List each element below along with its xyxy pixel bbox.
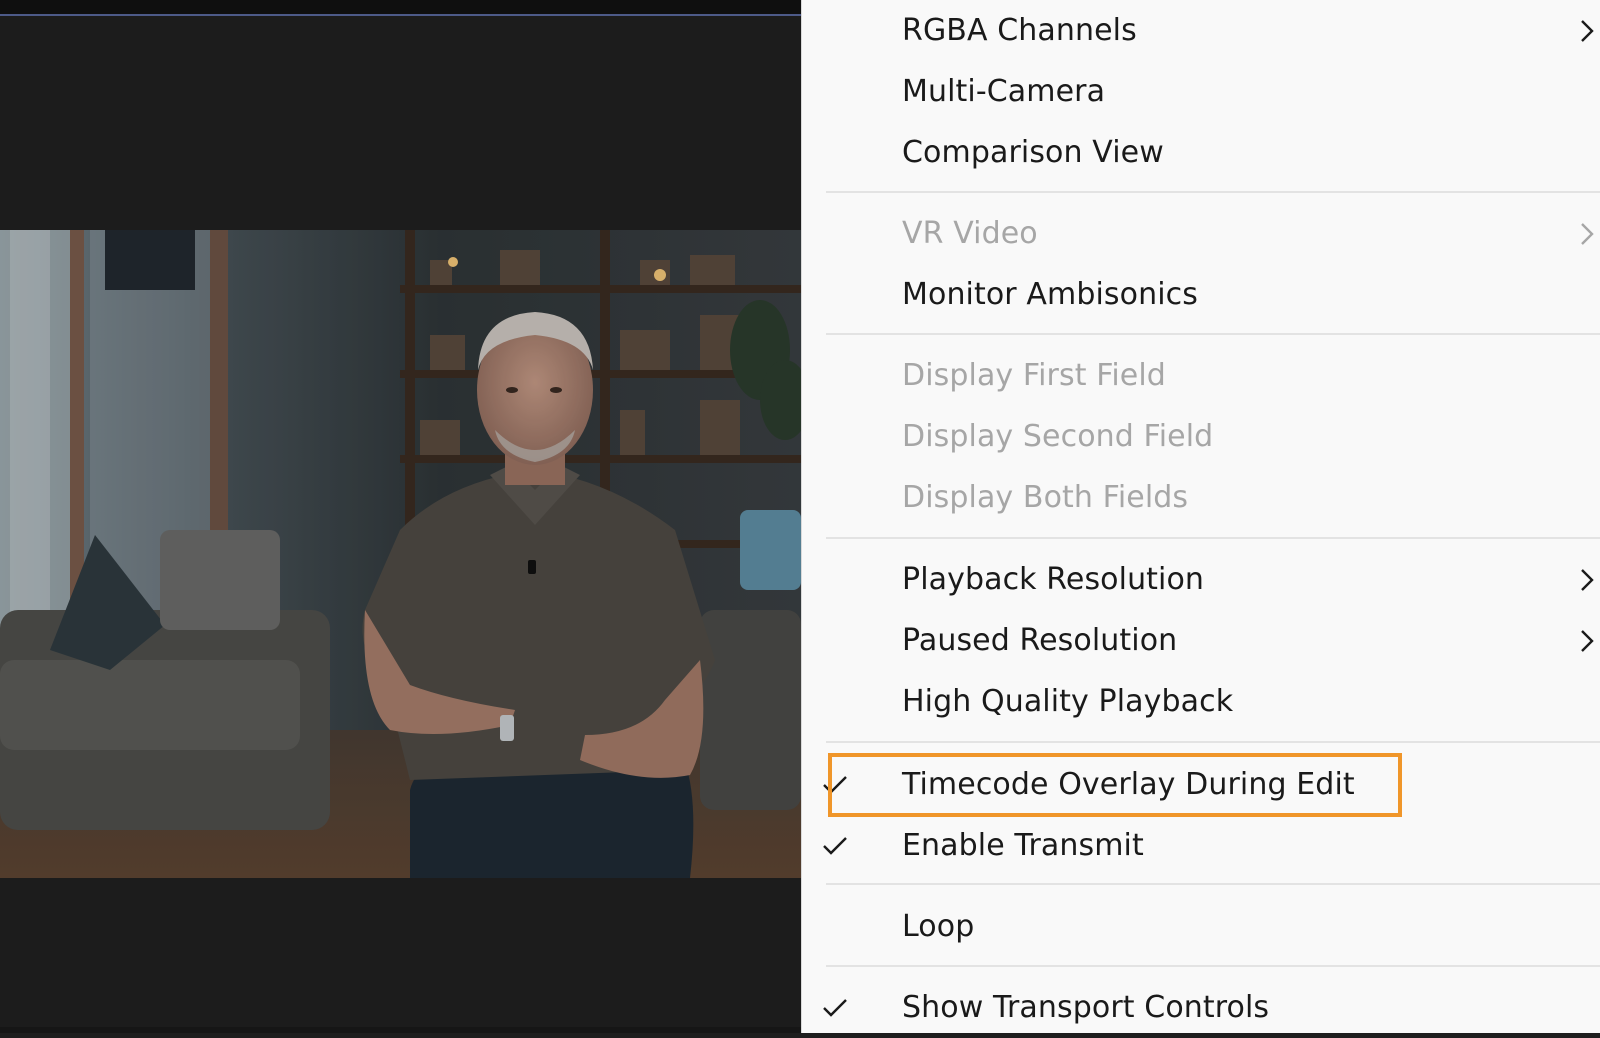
video-frame-image <box>0 230 801 878</box>
menu-item-label: Enable Transmit <box>902 828 1144 863</box>
checkmark-icon <box>818 988 852 1028</box>
menu-item-label: Loop <box>902 909 975 944</box>
menu-item-vr-video: VR Video <box>802 203 1600 264</box>
menu-item-paused-resolution[interactable]: Paused Resolution <box>802 610 1600 671</box>
monitor-top-accent-line <box>0 14 801 16</box>
menu-item-display-both-fields: Display Both Fields <box>802 467 1600 528</box>
menu-item-label: Show Transport Controls <box>902 990 1270 1025</box>
menu-item-label: Timecode Overlay During Edit <box>902 767 1355 802</box>
monitor-top-bar <box>0 0 801 14</box>
menu-item-display-second-field: Display Second Field <box>802 406 1600 467</box>
menu-item-show-transport-controls[interactable]: Show Transport Controls <box>802 977 1600 1038</box>
menu-item-label: Playback Resolution <box>902 562 1205 597</box>
menu-item-label: RGBA Channels <box>902 13 1137 48</box>
menu-item-label: Multi-Camera <box>902 74 1106 109</box>
menu-item-label: Comparison View <box>902 135 1164 170</box>
menu-item-display-first-field: Display First Field <box>802 345 1600 406</box>
chevron-right-icon <box>1574 214 1600 254</box>
menu-separator <box>826 191 1600 193</box>
menu-item-monitor-ambisonics[interactable]: Monitor Ambisonics <box>802 264 1600 325</box>
context-menu: RGBA Channels Multi-Camera Comparison Vi… <box>801 0 1600 1033</box>
menu-item-enable-transmit[interactable]: Enable Transmit <box>802 815 1600 876</box>
menu-item-playback-resolution[interactable]: Playback Resolution <box>802 549 1600 610</box>
menu-item-label: High Quality Playback <box>902 684 1234 719</box>
menu-item-loop[interactable]: Loop <box>802 896 1600 957</box>
menu-item-label: Display Second Field <box>902 419 1214 454</box>
chevron-right-icon <box>1574 621 1600 661</box>
menu-item-rgba-channels[interactable]: RGBA Channels <box>802 0 1600 61</box>
program-monitor <box>0 0 801 1033</box>
menu-item-label: Display First Field <box>902 358 1166 393</box>
menu-item-comparison-view[interactable]: Comparison View <box>802 122 1600 183</box>
menu-separator <box>826 333 1600 335</box>
chevron-right-icon <box>1574 11 1600 51</box>
menu-item-label: Paused Resolution <box>902 623 1178 658</box>
menu-item-label: VR Video <box>902 216 1038 251</box>
menu-item-high-quality-playback[interactable]: High Quality Playback <box>802 671 1600 732</box>
monitor-bottom-edge <box>0 1027 801 1033</box>
menu-separator <box>826 965 1600 967</box>
menu-item-label: Monitor Ambisonics <box>902 277 1198 312</box>
menu-item-timecode-overlay-during-edit[interactable]: Timecode Overlay During Edit <box>802 754 1600 815</box>
menu-item-multi-camera[interactable]: Multi-Camera <box>802 61 1600 122</box>
checkmark-icon <box>818 826 852 866</box>
video-preview[interactable] <box>0 230 801 878</box>
chevron-right-icon <box>1574 560 1600 600</box>
menu-separator <box>826 537 1600 539</box>
checkmark-icon <box>818 765 852 805</box>
menu-item-label: Display Both Fields <box>902 480 1189 515</box>
menu-separator <box>826 741 1600 743</box>
menu-separator <box>826 883 1600 885</box>
